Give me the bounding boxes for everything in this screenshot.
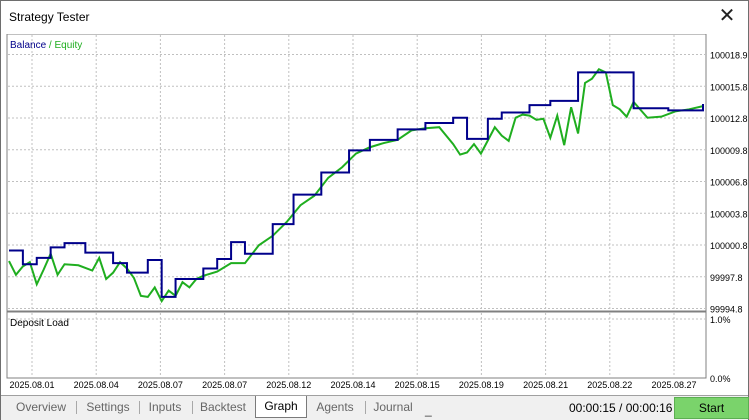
balance-chart-frame [6, 34, 707, 312]
strategy-graph: 100018.9 100015.8 100012.8 100009.8 100006.8… [6, 34, 748, 390]
strategy-tester-window: Strategy Tester ✕ 100018.9 100015.8 100012… [0, 0, 749, 420]
tab-divider [192, 401, 193, 414]
x-tick-label: 2025.08.15 [395, 380, 440, 390]
x-tick-label: 2025.08.14 [330, 380, 375, 390]
x-tick-label: 2025.08.07 [202, 380, 247, 390]
y-tick-label: 100009.8 [710, 146, 748, 156]
y-tick-label: 99997.8 [710, 273, 743, 283]
tab-graph[interactable]: Graph [255, 396, 307, 418]
deposit-y-tick-label: 1.0% [710, 315, 731, 325]
y-tick-label: 100015.8 [710, 82, 748, 92]
deposit-y-tick-label: 0.0% [710, 374, 731, 384]
tab-divider [139, 401, 140, 414]
tab-backtest[interactable]: Backtest [194, 398, 252, 416]
time-separator: / [615, 401, 626, 415]
tab-journal[interactable]: Journal [367, 398, 419, 416]
tab-divider [76, 401, 77, 414]
title-bar: Strategy Tester ✕ [1, 1, 748, 33]
legend-balance: Balance [10, 40, 47, 51]
x-tick-label: 2025.08.12 [266, 380, 311, 390]
y-tick-label: 100018.9 [710, 51, 748, 61]
more-tabs-indicator: _ [425, 403, 432, 417]
time-elapsed: 00:00:15 [569, 401, 616, 415]
y-tick-label: 100012.8 [710, 114, 748, 124]
tab-overview[interactable]: Overview [9, 398, 73, 416]
y-axis-labels: 100018.9 100015.8 100012.8 100009.8 100006.8… [710, 51, 748, 385]
tab-settings[interactable]: Settings [79, 398, 137, 416]
x-tick-label: 2025.08.19 [459, 380, 504, 390]
y-tick-label: 100000.8 [710, 241, 748, 251]
time-total: 00:00:16 [625, 401, 673, 415]
x-axis-labels: 2025.08.01 2025.08.04 2025.08.07 2025.08.07… [9, 380, 696, 390]
y-tick-label: 99994.8 [710, 305, 743, 315]
y-tick-label: 100006.8 [710, 178, 748, 188]
legend-separator: / [46, 40, 54, 51]
chart-legend: Balance / Equity [10, 40, 82, 51]
tab-agents[interactable]: Agents [308, 398, 362, 416]
close-icon[interactable]: ✕ [716, 6, 738, 28]
x-tick-label: 2025.08.01 [9, 380, 54, 390]
x-tick-label: 2025.08.07 [138, 380, 183, 390]
deposit-load-title: Deposit Load [10, 318, 69, 329]
tab-divider [365, 401, 366, 414]
x-tick-label: 2025.08.27 [651, 380, 696, 390]
x-tick-label: 2025.08.04 [74, 380, 119, 390]
window-title: Strategy Tester [9, 10, 90, 24]
tab-inputs[interactable]: Inputs [141, 398, 189, 416]
test-timer: 00:00:15 / 00:00:16 [569, 401, 672, 415]
deposit-load-frame [6, 311, 707, 379]
x-tick-label: 2025.08.22 [587, 380, 632, 390]
y-tick-label: 100003.8 [710, 209, 748, 219]
x-tick-label: 2025.08.21 [523, 380, 568, 390]
start-button[interactable]: Start [674, 397, 749, 419]
legend-equity: Equity [54, 40, 82, 51]
